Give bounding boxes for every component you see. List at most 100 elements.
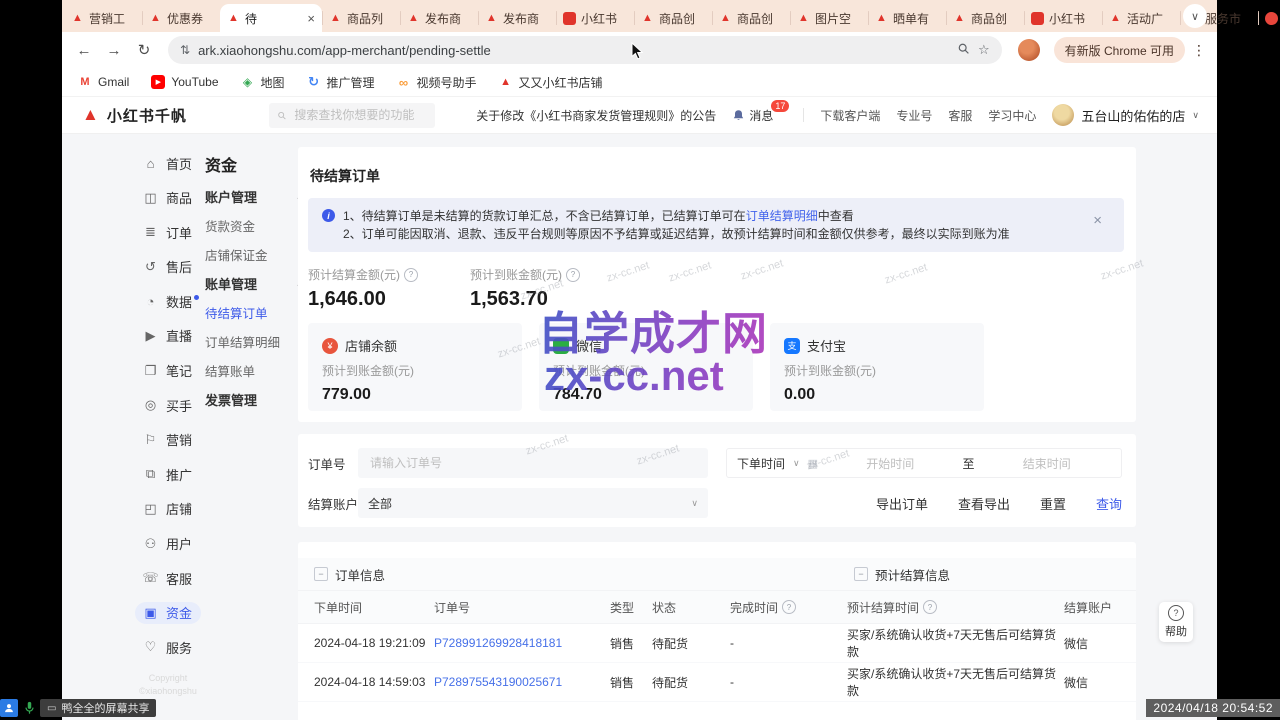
submenu-item[interactable]: 订单结算明细 <box>205 327 313 356</box>
announcement-link[interactable]: 关于修改《小红书商家发货管理规则》的公告 <box>476 107 716 124</box>
tab-list-chevron-icon[interactable]: ∨ <box>1183 4 1207 28</box>
sidebar-item-orders[interactable]: ≣订单 <box>135 221 201 243</box>
chrome-profile-avatar[interactable] <box>1018 39 1040 61</box>
bookmark-item[interactable]: ∞视频号助手 <box>397 74 477 91</box>
query-button[interactable]: 查询 <box>1096 494 1122 513</box>
chrome-update-button[interactable]: 有新版 Chrome 可用 <box>1054 37 1185 63</box>
column-header: 类型 <box>610 599 652 616</box>
order-no-input-field[interactable] <box>368 455 698 471</box>
promo-icon: ↻ <box>307 75 321 89</box>
participant-icon[interactable] <box>0 699 18 717</box>
bookmark-star-icon[interactable]: ☆ <box>978 42 990 58</box>
header-link[interactable]: 下载客户端 <box>820 107 880 124</box>
reload-icon[interactable]: ↻ <box>132 38 156 62</box>
sidebar-item-home[interactable]: ⌂首页 <box>135 152 201 174</box>
account-filter-select[interactable]: 全部 ∨ <box>358 488 708 518</box>
browser-tab[interactable]: ▲图片空 <box>790 4 868 32</box>
sidebar-item-funds[interactable]: ▣资金 <box>135 602 201 624</box>
chrome-menu-icon[interactable]: ⋮ <box>1191 42 1207 59</box>
browser-tab[interactable]: ▲晒单有 <box>868 4 946 32</box>
browser-tab[interactable]: ▲商品列 <box>322 4 400 32</box>
sidebar-nav: ⌂首页 ◫商品 ≣订单 ↺售后 ◔数据 ▶直播 ❐笔记 ◎买手 ⚐营销 ⧉推广 ◰店铺 ⚇用户 ☏客服 ▣… <box>135 152 201 658</box>
sidebar-item-buyer[interactable]: ◎买手 <box>135 394 201 416</box>
submenu-group[interactable]: 账单管理∧ <box>205 269 313 298</box>
header-link[interactable]: 专业号 <box>896 107 932 124</box>
search-icon[interactable] <box>957 42 970 58</box>
messages[interactable]: 消息 17 <box>732 107 787 124</box>
sidebar-item-shop[interactable]: ◰店铺 <box>135 498 201 520</box>
browser-tab[interactable]: ▲商品创 <box>946 4 1024 32</box>
browser-tab[interactable]: ▲商品创 <box>634 4 712 32</box>
reset-button[interactable]: 重置 <box>1040 494 1066 513</box>
help-button[interactable]: ? 帮助 <box>1159 602 1193 642</box>
browser-tab[interactable]: ▲优惠券 <box>142 4 220 32</box>
order-no-input[interactable] <box>358 448 708 478</box>
cell-order-no-link[interactable]: P728975543190025671 <box>434 675 610 689</box>
close-icon[interactable]: × <box>1093 212 1102 229</box>
sidebar-item-notes[interactable]: ❐笔记 <box>135 360 201 382</box>
submenu-item[interactable]: 结算账单 <box>205 356 313 385</box>
submenu-item[interactable]: 待结算订单 <box>205 298 313 327</box>
date-range-picker[interactable]: 下单时间 ∨ ▦ 开始时间 至 结束时间 <box>726 448 1122 478</box>
browser-tab[interactable]: ▲营销工 <box>64 4 142 32</box>
time-type-select[interactable]: 下单时间 <box>737 455 785 472</box>
end-time-placeholder[interactable]: 结束时间 <box>983 455 1111 472</box>
header-link[interactable]: 客服 <box>948 107 972 124</box>
forward-icon[interactable]: → <box>102 38 126 62</box>
sidebar-item-promotion[interactable]: ⧉推广 <box>135 463 201 485</box>
bookmark-item[interactable]: ↻推广管理 <box>307 74 375 91</box>
url-bar[interactable]: ⇅ ark.xiaohongshu.com/app-merchant/pendi… <box>168 36 1002 64</box>
sidebar-item-goods[interactable]: ◫商品 <box>135 187 201 209</box>
site-settings-icon[interactable]: ⇅ <box>180 43 190 57</box>
view-export-button[interactable]: 查看导出 <box>958 494 1010 513</box>
brand[interactable]: ▲ 小红书千帆 <box>82 105 187 126</box>
browser-tab[interactable]: 快说评 <box>1258 4 1280 32</box>
red-square-favicon <box>563 12 576 25</box>
bookmark-item[interactable]: ◈地图 <box>241 74 285 91</box>
submenu-item[interactable]: 货款资金 <box>205 211 313 240</box>
shop-switcher[interactable]: 五台山的佑佑的店 ∨ <box>1052 104 1199 126</box>
browser-tab[interactable]: ▲活动广 <box>1102 4 1180 32</box>
browser-tab[interactable]: ▲发布商 <box>400 4 478 32</box>
browser-tab[interactable]: 小红书 <box>556 4 634 32</box>
bookmark-item[interactable]: MGmail <box>78 75 129 89</box>
sidebar-item-users[interactable]: ⚇用户 <box>135 533 201 555</box>
submenu-group[interactable]: 发票管理 <box>205 385 313 414</box>
settlement-detail-link[interactable]: 订单结算明细 <box>746 209 818 223</box>
header-link[interactable]: 学习中心 <box>988 107 1036 124</box>
recording-timestamp: 2024/04/18 20:54:52 <box>1146 699 1280 717</box>
cell-order-no-link[interactable]: P728991269928418181 <box>434 636 610 650</box>
collapse-icon[interactable]: − <box>314 567 328 581</box>
url-text[interactable]: ark.xiaohongshu.com/app-merchant/pending… <box>198 43 949 58</box>
sidebar-item-aftersale[interactable]: ↺售后 <box>135 256 201 278</box>
export-orders-button[interactable]: 导出订单 <box>876 494 928 513</box>
feature-search[interactable] <box>269 103 435 128</box>
submenu-group[interactable]: 账户管理∧ <box>205 182 313 211</box>
sidebar-item-services[interactable]: ♡服务 <box>135 636 201 658</box>
feature-search-input[interactable] <box>292 107 426 123</box>
tab-close-icon[interactable]: × <box>307 11 315 26</box>
start-time-placeholder[interactable]: 开始时间 <box>826 455 954 472</box>
sidebar-item-label: 笔记 <box>166 361 192 380</box>
browser-tab[interactable]: ▲商品创 <box>712 4 790 32</box>
help-circle-icon[interactable]: ? <box>566 268 580 282</box>
sidebar-item-live[interactable]: ▶直播 <box>135 325 201 347</box>
collapse-icon[interactable]: − <box>854 567 868 581</box>
submenu-item[interactable]: 店铺保证金 <box>205 240 313 269</box>
help-circle-icon[interactable]: ? <box>782 600 796 614</box>
back-icon[interactable]: ← <box>72 38 96 62</box>
browser-tab[interactable]: 小红书 <box>1024 4 1102 32</box>
bookmark-item[interactable]: ▲又又小红书店铺 <box>499 74 603 91</box>
microphone-icon[interactable] <box>21 699 37 717</box>
sidebar-item-data[interactable]: ◔数据 <box>135 290 201 312</box>
help-circle-icon[interactable]: ? <box>404 268 418 282</box>
table-column-header: 下单时间订单号类型状态完成时间?预计结算时间?结算账户 <box>298 591 1136 624</box>
help-circle-icon[interactable]: ? <box>923 600 937 614</box>
browser-tab[interactable]: ▲发布商 <box>478 4 556 32</box>
sidebar-item-marketing[interactable]: ⚐营销 <box>135 429 201 451</box>
shop-avatar <box>1052 104 1074 126</box>
bookmark-item[interactable]: ▶YouTube <box>151 75 218 89</box>
sidebar-item-service[interactable]: ☏客服 <box>135 567 201 589</box>
chevron-down-icon: ∨ <box>793 458 800 469</box>
browser-tab[interactable]: ▲待× <box>220 4 322 32</box>
